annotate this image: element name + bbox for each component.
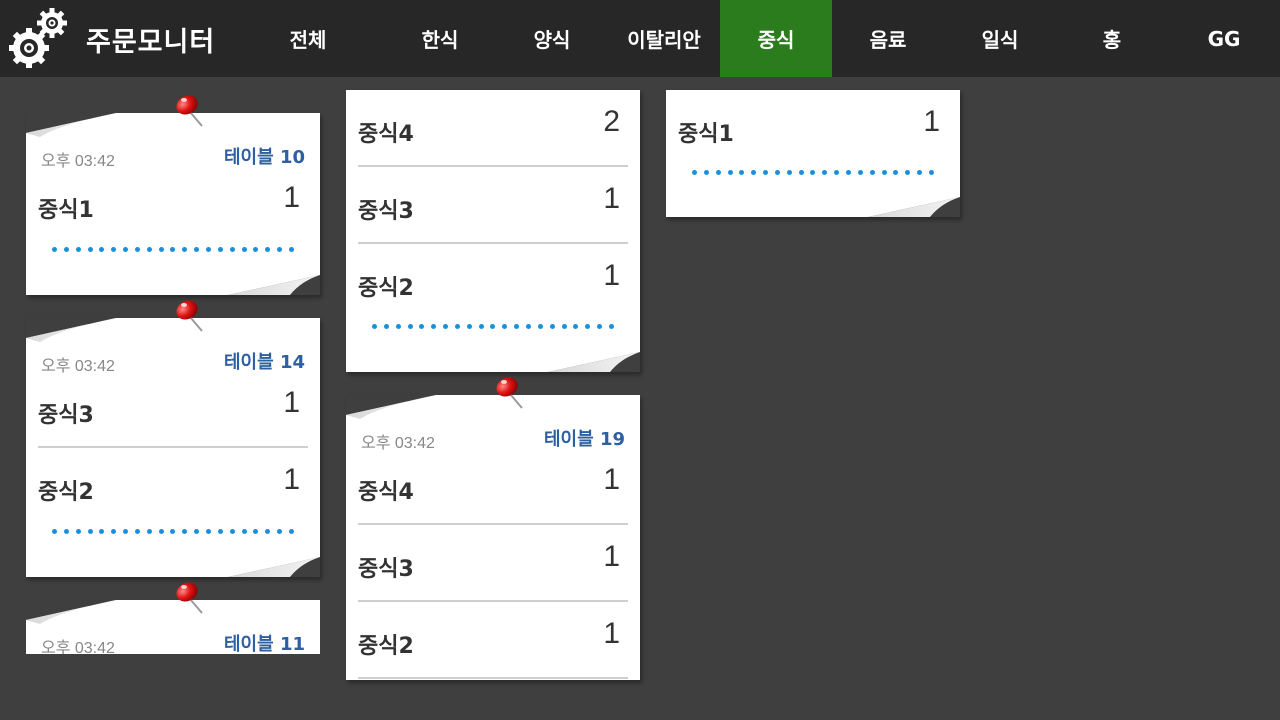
dotted-separator (52, 247, 294, 253)
page-curl-icon (868, 197, 960, 217)
order-item: 중식1 1 (38, 175, 308, 252)
item-name: 중식1 (38, 198, 94, 223)
tab-gg[interactable]: GG (1168, 0, 1280, 77)
order-item: 중식2 1 (38, 448, 308, 525)
table-number: 테이블 10 (224, 147, 305, 168)
order-item: 중식3 1 (38, 371, 308, 448)
order-time: 오후 03:42 (41, 640, 115, 654)
item-quantity: 1 (603, 259, 620, 292)
order-item: 중식3 1 (358, 167, 628, 244)
order-card[interactable]: 오후 03:42 테이블 14 중식3 1 중식2 1 (26, 318, 320, 577)
page-curl-icon (26, 113, 116, 137)
page-curl-icon (548, 352, 640, 372)
dotted-separator (52, 529, 294, 535)
item-name: 중식3 (358, 199, 414, 224)
item-quantity: 1 (603, 540, 620, 573)
order-item: 중식4 2 (358, 90, 628, 167)
item-name: 중식2 (358, 634, 414, 659)
item-name: 중식2 (38, 480, 94, 505)
tab-hong[interactable]: 홍 (1056, 0, 1168, 77)
item-quantity: 1 (603, 617, 620, 650)
order-card[interactable]: 오후 03:42 테이블 19 중식4 1 중식3 1 중식2 1 (346, 395, 640, 680)
dotted-separator (372, 324, 614, 330)
item-quantity: 1 (283, 181, 300, 214)
app-title: 주문모니터 (86, 27, 216, 58)
item-quantity: 1 (283, 386, 300, 419)
page-curl-icon (26, 318, 116, 342)
gears-icon (9, 8, 67, 68)
page-curl-icon (228, 275, 320, 295)
order-item: 중식1 1 (678, 90, 948, 167)
order-item: 중식2 1 (358, 244, 628, 321)
tab-drinks[interactable]: 음료 (832, 0, 944, 77)
item-quantity: 1 (283, 463, 300, 496)
item-name: 중식4 (358, 122, 414, 147)
tab-korean[interactable]: 한식 (384, 0, 496, 77)
top-navigation-bar: 주문모니터 전체 한식 양식 이탈리안 중식 음료 일식 홍 GG (0, 0, 1280, 77)
tab-all[interactable]: 전체 (252, 0, 364, 77)
item-name: 중식3 (38, 403, 94, 428)
order-time: 오후 03:42 (41, 153, 115, 170)
order-item: 중식3 1 (358, 525, 628, 602)
item-name: 중식1 (678, 122, 734, 147)
item-quantity: 1 (923, 105, 940, 138)
item-quantity: 1 (603, 182, 620, 215)
order-card[interactable]: 오후 03:42 테이블 11 (26, 600, 320, 654)
item-name: 중식3 (358, 557, 414, 582)
order-card[interactable]: 오후 03:42 테이블 10 중식1 1 (26, 113, 320, 295)
dotted-separator (692, 170, 934, 176)
order-card[interactable]: 중식4 2 중식3 1 중식2 1 (346, 90, 640, 372)
page-curl-icon (228, 557, 320, 577)
page-curl-icon (26, 600, 116, 624)
item-quantity: 2 (603, 105, 620, 138)
tab-japanese[interactable]: 일식 (944, 0, 1056, 77)
item-name: 중식4 (358, 480, 414, 505)
tab-italian[interactable]: 이탈리안 (608, 0, 720, 77)
table-number: 테이블 11 (224, 634, 305, 654)
order-card[interactable]: 중식1 1 (666, 90, 960, 217)
row-divider (358, 677, 628, 679)
page-curl-icon (346, 395, 436, 419)
tab-western[interactable]: 양식 (496, 0, 608, 77)
item-name: 중식2 (358, 276, 414, 301)
item-quantity: 1 (603, 463, 620, 496)
order-item: 중식2 1 (358, 602, 628, 679)
order-item: 중식4 1 (358, 448, 628, 525)
tab-chinese[interactable]: 중식 (720, 0, 832, 77)
